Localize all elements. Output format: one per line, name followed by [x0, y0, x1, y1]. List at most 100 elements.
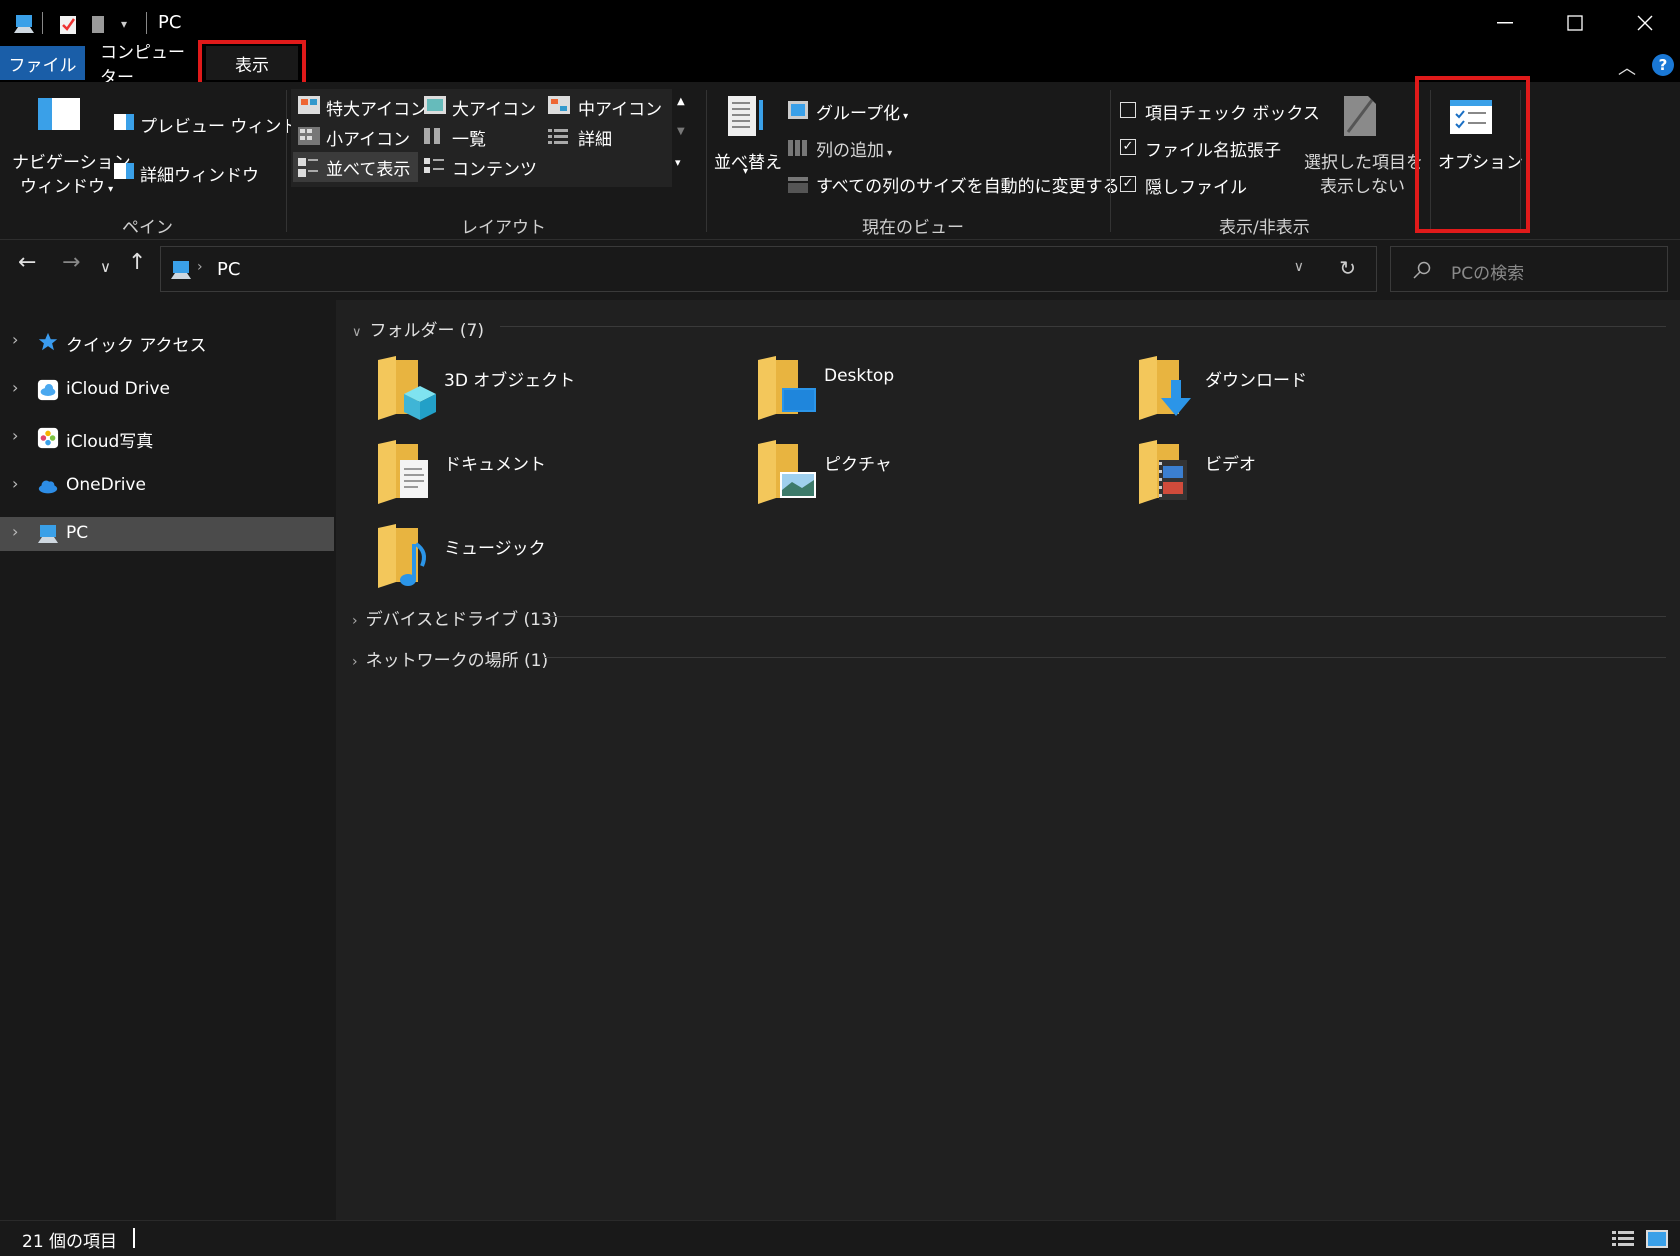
tab-computer[interactable]: コンピューター — [100, 43, 200, 88]
sidebar-item-pc[interactable]: › PC — [0, 517, 334, 551]
sidebar-item-icloud-drive[interactable]: › iCloud Drive — [0, 373, 334, 407]
folder-tile[interactable]: ビデオ — [1135, 438, 1475, 514]
up-arrow-icon[interactable]: ↑ — [128, 250, 146, 275]
add-columns-icon — [788, 140, 807, 156]
sidebar-item-onedrive[interactable]: › OneDrive — [0, 469, 334, 503]
expand-chevron-icon[interactable]: › — [12, 522, 18, 541]
address-bar[interactable]: › PC ∨ ↻ — [160, 246, 1377, 292]
file-extensions-label[interactable]: ファイル名拡張子 — [1145, 136, 1281, 161]
group-by-icon — [788, 101, 808, 119]
gallery-expand-icon[interactable]: ▾ — [675, 156, 681, 169]
customize-qa-icon[interactable]: ▾ — [112, 12, 136, 36]
layout-tiles[interactable]: 並べて表示 — [326, 155, 410, 180]
layout-large-icons[interactable]: 大アイコン — [452, 95, 536, 120]
collapse-ribbon-icon[interactable]: ︿ — [1618, 54, 1636, 80]
network-group-header[interactable]: › ネットワークの場所 (1) — [352, 646, 548, 671]
group-header-label: デバイスとドライブ (13) — [365, 610, 559, 630]
hidden-items-label[interactable]: 隠しファイル — [1145, 173, 1247, 198]
details-view-icon[interactable] — [1612, 1230, 1634, 1248]
navigation-pane-label-1[interactable]: ナビゲーション — [12, 148, 131, 173]
sidebar-item-icloud-photos[interactable]: › iCloud写真 — [0, 421, 334, 455]
tab-file[interactable]: ファイル — [0, 46, 85, 80]
expand-chevron-icon[interactable]: › — [12, 474, 18, 493]
gallery-scroll-up-icon[interactable]: ▲ — [677, 96, 685, 107]
status-separator — [133, 1228, 135, 1248]
preview-pane-icon — [114, 114, 134, 130]
videos-folder-icon — [1139, 440, 1187, 504]
star-icon — [38, 332, 58, 351]
sidebar-item-label: iCloud Drive — [66, 379, 171, 399]
qa-separator — [42, 12, 43, 34]
pc-icon — [38, 525, 58, 543]
onedrive-icon — [38, 480, 58, 494]
icloud-icon — [37, 379, 59, 401]
maximize-button[interactable] — [1540, 4, 1610, 42]
group-by-button[interactable]: グループ化 ▾ — [816, 99, 908, 124]
breadcrumb-pc[interactable]: PC — [217, 259, 240, 280]
pc-icon — [171, 261, 191, 279]
ribbon-separator — [1110, 90, 1111, 232]
hidden-items-checkbox[interactable]: ✓ — [1120, 176, 1136, 192]
properties-icon[interactable] — [56, 12, 80, 36]
item-count: 21 個の項目 — [22, 1232, 118, 1252]
refresh-icon[interactable]: ↻ — [1339, 256, 1356, 280]
desktop-folder-icon — [758, 356, 816, 420]
folder-tile[interactable]: Desktop — [754, 354, 1094, 430]
group-label-current-view: 現在のビュー — [862, 218, 964, 238]
group-header-label: フォルダー (7) — [369, 321, 484, 341]
folder-tile[interactable]: ピクチャ — [754, 438, 1094, 514]
folders-group-header[interactable]: ∨ フォルダー (7) — [352, 316, 484, 341]
size-all-columns-button[interactable]: すべての列のサイズを自動的に変更する — [816, 172, 1120, 197]
minimize-button[interactable] — [1470, 4, 1540, 42]
expand-chevron-icon[interactable]: › — [12, 330, 18, 349]
tiles-icon — [298, 158, 318, 177]
window-title: PC — [158, 12, 182, 33]
folder-tile[interactable]: 3D オブジェクト — [374, 354, 714, 430]
folder-tile[interactable]: ダウンロード — [1135, 354, 1475, 430]
help-icon[interactable]: ? — [1652, 54, 1674, 76]
gallery-scroll-down-icon[interactable]: ▼ — [677, 126, 685, 137]
layout-details[interactable]: 詳細 — [578, 125, 612, 150]
recent-locations-chevron-icon[interactable]: ∨ — [100, 258, 111, 276]
hide-selected-label-2[interactable]: 表示しない — [1320, 172, 1405, 197]
music-folder-icon — [378, 524, 426, 588]
new-folder-icon[interactable] — [86, 12, 110, 36]
expand-chevron-icon[interactable]: › — [352, 613, 358, 629]
address-dropdown-icon[interactable]: ∨ — [1294, 259, 1304, 275]
details-icon — [548, 129, 568, 144]
add-columns-button[interactable]: 列の追加 ▾ — [816, 136, 892, 161]
layout-medium-icons[interactable]: 中アイコン — [578, 95, 662, 120]
details-pane-button[interactable]: 詳細ウィンドウ — [140, 161, 259, 186]
downloads-folder-icon — [1139, 356, 1191, 420]
preview-pane-button[interactable]: プレビュー ウィンドウ — [140, 112, 315, 137]
forward-arrow-icon[interactable]: → — [62, 250, 80, 275]
back-arrow-icon[interactable]: ← — [18, 250, 36, 275]
medium-icons-icon — [548, 96, 570, 114]
layout-small-icons[interactable]: 小アイコン — [326, 125, 410, 150]
close-button[interactable] — [1610, 4, 1680, 42]
expand-chevron-icon[interactable]: › — [12, 378, 18, 397]
item-checkboxes-checkbox[interactable] — [1120, 102, 1136, 118]
extra-large-icons-icon — [298, 96, 320, 114]
layout-extra-large-icons[interactable]: 特大アイコン — [326, 95, 427, 120]
expand-chevron-icon[interactable]: › — [12, 426, 18, 445]
collapse-chevron-icon[interactable]: ∨ — [352, 325, 362, 340]
sort-by-dropdown-icon[interactable]: ▾ — [743, 166, 748, 177]
devices-group-header[interactable]: › デバイスとドライブ (13) — [352, 605, 558, 630]
folder-tile[interactable]: ミュージック — [374, 522, 714, 598]
qa-separator — [146, 12, 147, 34]
folder-tile[interactable]: ドキュメント — [374, 438, 714, 514]
sidebar-item-label: iCloud写真 — [66, 432, 154, 452]
large-icons-view-icon[interactable] — [1646, 1230, 1668, 1248]
navigation-pane-label-2[interactable]: ウィンドウ ▾ — [20, 172, 113, 197]
search-box[interactable]: PCの検索 — [1390, 246, 1668, 292]
layout-list[interactable]: 一覧 — [452, 125, 486, 150]
file-extensions-checkbox[interactable]: ✓ — [1120, 139, 1136, 155]
item-checkboxes-label[interactable]: 項目チェック ボックス — [1145, 99, 1320, 124]
expand-chevron-icon[interactable]: › — [352, 654, 358, 670]
hide-selected-label-1[interactable]: 選択した項目を — [1304, 148, 1423, 173]
layout-content[interactable]: コンテンツ — [452, 155, 537, 180]
details-pane-icon — [114, 163, 134, 179]
folder-label: Desktop — [824, 366, 895, 386]
sidebar-item-quick-access[interactable]: › クイック アクセス — [0, 325, 334, 359]
